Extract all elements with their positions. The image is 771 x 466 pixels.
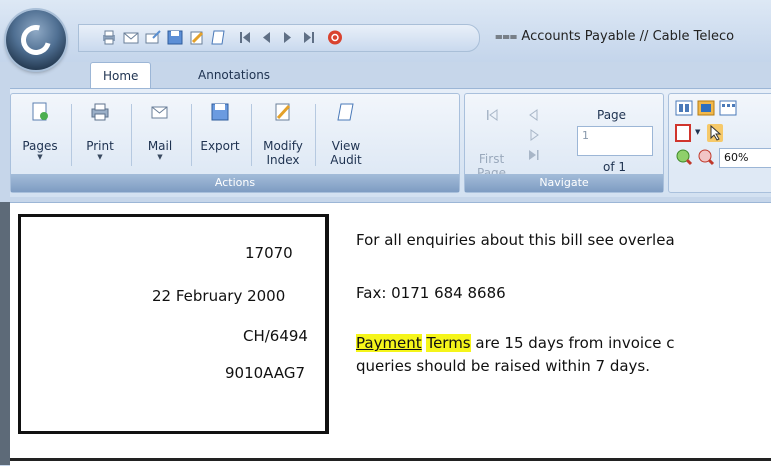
zoom-out-icon[interactable] <box>697 148 715 166</box>
dropdown-arrow-icon: ▼ <box>157 153 163 161</box>
highlight-terms[interactable]: Terms <box>426 334 471 352</box>
separator <box>131 104 132 166</box>
view-label: View <box>331 139 361 153</box>
fax-text: Fax: 0171 684 8686 <box>356 284 506 302</box>
app-logo-icon <box>15 19 57 61</box>
stop-icon[interactable] <box>327 30 343 45</box>
next-page-icon[interactable] <box>279 30 295 45</box>
ribbon: Pages ▼ Print ▼ Mail ▼ Export Modify Inde… <box>10 88 771 197</box>
quick-access-toolbar <box>78 24 480 52</box>
view-audit-icon[interactable] <box>211 30 227 45</box>
previous-page-icon[interactable] <box>259 30 275 45</box>
page-bottom-rule <box>10 458 771 461</box>
highlight-payment[interactable]: Payment <box>356 334 422 352</box>
pages-button[interactable]: Pages ▼ <box>15 98 65 170</box>
navigate-group: First Page Page 1 of 1 Navigate <box>464 93 664 193</box>
dropdown-arrow-icon[interactable]: ▼ <box>695 128 700 136</box>
first-page-icon[interactable] <box>485 108 499 122</box>
modify-index-label: Modify Index <box>255 139 311 167</box>
pages-icon <box>32 102 48 121</box>
tab-annotations[interactable]: Annotations <box>186 62 282 88</box>
customize-qat-glyph[interactable]: ⩶ <box>495 29 517 44</box>
next-page-icon[interactable] <box>527 128 541 142</box>
page-view-icon[interactable] <box>697 100 715 116</box>
window-title-text: Accounts Payable // Cable Teleco <box>521 29 735 44</box>
last-page-icon[interactable] <box>301 30 317 45</box>
mail-button[interactable]: Mail ▼ <box>135 98 185 170</box>
modify-index-icon[interactable] <box>189 30 205 45</box>
separator <box>251 104 252 166</box>
page-heading: Page <box>597 108 627 122</box>
printer-icon[interactable] <box>101 30 117 45</box>
modify-index-icon <box>275 103 291 121</box>
view-group: ▼ 60% <box>668 93 771 193</box>
window-title: ⩶ Accounts Payable // Cable Teleco <box>495 29 734 44</box>
audit-label: Audit <box>330 153 362 167</box>
payment-terms-line: Payment Terms are 15 days from invoice c <box>356 334 675 352</box>
view-audit-label: View Audit <box>321 139 371 167</box>
thumbnails-icon[interactable] <box>719 100 737 116</box>
print-label: Print <box>86 139 114 153</box>
print-button[interactable]: Print ▼ <box>75 98 125 170</box>
actions-group-label: Actions <box>11 174 459 192</box>
queries-text: queries should be raised within 7 days. <box>356 357 650 375</box>
viewer-left-border <box>0 202 10 465</box>
account-number: 17070 <box>245 244 293 262</box>
pages-label: Pages <box>22 139 58 153</box>
export-label: Export <box>200 139 240 153</box>
invoice-date: 22 February 2000 <box>152 287 286 305</box>
zoom-in-icon[interactable] <box>675 148 693 166</box>
pointer-icon[interactable] <box>707 124 723 142</box>
save-icon <box>211 103 229 121</box>
enquiries-text: For all enquiries about this bill see ov… <box>356 231 675 249</box>
first-label: First <box>478 152 505 166</box>
mail-label: Mail <box>147 139 173 153</box>
zoom-input[interactable]: 60% <box>719 148 771 168</box>
previous-page-icon[interactable] <box>527 108 541 122</box>
payment-terms-rest: are 15 days from invoice c <box>470 334 675 352</box>
invoice-code: 9010AAG7 <box>225 364 306 382</box>
single-page-icon[interactable] <box>675 100 693 116</box>
page-count: of 1 <box>603 160 627 174</box>
dropdown-arrow-icon: ▼ <box>97 153 103 161</box>
reference-code: CH/6494 <box>243 327 308 345</box>
actions-group: Pages ▼ Print ▼ Mail ▼ Export Modify Inde… <box>10 93 460 193</box>
application-menu-button[interactable] <box>6 10 66 70</box>
navigate-group-label: Navigate <box>465 174 663 192</box>
dropdown-arrow-icon: ▼ <box>37 153 43 161</box>
separator <box>71 104 72 166</box>
modify-index-button[interactable]: Modify Index <box>255 98 311 170</box>
page-number-input[interactable]: 1 <box>577 126 653 156</box>
view-audit-icon <box>337 103 354 121</box>
last-page-icon[interactable] <box>527 148 541 162</box>
index-label: Index <box>266 153 300 167</box>
page-outline-icon[interactable] <box>675 124 691 142</box>
mail-icon <box>151 106 168 119</box>
printer-icon <box>91 103 109 121</box>
title-bar: ⩶ Accounts Payable // Cable Teleco <box>0 0 771 70</box>
view-audit-button[interactable]: View Audit <box>321 98 371 170</box>
separator <box>315 104 316 166</box>
separator <box>191 104 192 166</box>
save-icon[interactable] <box>167 30 183 45</box>
mail-icon[interactable] <box>123 30 139 45</box>
send-mail-icon[interactable] <box>145 30 161 45</box>
export-button[interactable]: Export <box>195 98 245 170</box>
modify-label: Modify <box>263 139 303 153</box>
tab-home[interactable]: Home <box>90 62 152 89</box>
first-page-icon[interactable] <box>237 30 253 45</box>
